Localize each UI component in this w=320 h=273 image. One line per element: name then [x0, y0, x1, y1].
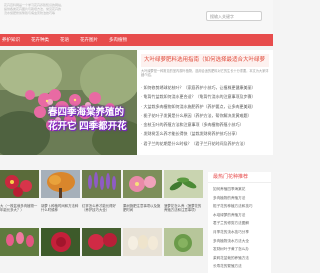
sidebar-link[interactable]: 茉莉花盆栽的养殖方法 — [213, 254, 268, 263]
hero-caption[interactable]: 春四季海棠养殖的花开它 四季都开花 — [48, 106, 132, 134]
autumn-tree-photo — [41, 170, 80, 198]
thumbnail-card[interactable]: 红掌怎么养才能长得好（养护技巧大全） — [82, 170, 121, 216]
red-rose-photo — [41, 228, 80, 256]
thumbnail-card[interactable] — [82, 228, 121, 273]
article-link[interactable]: · 栀子花叶子发黄是什么原因（养护方法，帮你解决发黄难题） — [141, 111, 269, 120]
feature-headline[interactable]: 大叶绿萝肥料选用指南（如何选择最适合大叶绿萝 — [144, 56, 266, 65]
article-list: · 如何修剪绣球花枝叶？（家庭养护小技巧，让植株更健康美丽） · 龟背竹盆栽如何… — [141, 83, 269, 148]
thumbnail-card[interactable] — [123, 228, 162, 273]
article-link[interactable]: · 龟背竹盆栽如何浇水更合适？（龟背竹浇水的注意事项及步骤） — [141, 92, 269, 101]
thumbnail-card[interactable] — [41, 228, 80, 273]
nav-item-succulents[interactable]: 多肉植物 — [109, 37, 127, 43]
article-link[interactable]: · 君子兰的花期是什么时候？（君子兰开花时间及养护方法） — [141, 139, 269, 148]
nav-item-flower-types[interactable]: 花卉种类 — [31, 37, 49, 43]
thumbnail-caption[interactable]: 红掌怎么养才能长得好（养护技巧大全） — [82, 203, 121, 216]
article-link[interactable]: · 如何修剪绣球花枝叶？（家庭养护小技巧，让植株更健康美丽） — [141, 83, 269, 92]
purple-lavender-photo — [82, 170, 121, 198]
thumbnail-caption[interactable]: 果树施肥注意事项以及施肥时间 — [123, 203, 162, 216]
site-intro-line: 浇水施肥修剪繁殖与病虫害防治技巧等 — [4, 11, 56, 16]
thumbnail-card[interactable] — [164, 228, 203, 273]
sidebar-link[interactable]: 君子兰的修剪方法图解 — [213, 219, 268, 228]
nav-item-flower-pictures[interactable]: 花卉图片 — [80, 37, 98, 43]
hero-image — [0, 50, 137, 155]
red-rose-photo — [82, 228, 121, 256]
green-plant-photo — [164, 170, 203, 198]
sidebar-link[interactable]: 多肉植物的养殖方法 — [213, 194, 268, 203]
feature-summary: 大叶绿萝是一种常见的室内观叶植物，选用合适的肥料对它的生长十分重要，本文为大家详… — [141, 69, 269, 78]
feature-headline-box: 大叶绿萝肥料选用指南（如何选择最适合大叶绿萝 — [141, 54, 269, 67]
thumbnail-caption[interactable]: 菠萝花怎么养（菠萝花的养殖方法和注意事项） — [164, 203, 203, 216]
thumbnail-caption[interactable]: 大（一株盆栽多肉植物一年能长多大？） — [0, 203, 39, 216]
eggs-photo — [123, 228, 162, 256]
sidebar-link[interactable]: 水培绿萝的养殖方法 — [213, 211, 268, 220]
thumbnail-caption[interactable] — [82, 261, 121, 273]
feature-panel: 大叶绿萝肥料选用指南（如何选择最适合大叶绿萝 大叶绿萝是一种常见的室内观叶植物，… — [137, 50, 273, 155]
sidebar-list: 如何养殖四季海棠花 多肉植物的养殖方法 栀子花的种植方法和技巧 水培绿萝的养殖方… — [208, 183, 271, 271]
thumbnail-card[interactable]: 菠萝花怎么养（菠萝花的养殖方法和注意事项） — [164, 170, 203, 216]
thumbnail-caption[interactable] — [41, 261, 80, 273]
article-link[interactable]: · 金枝玉叶的养殖方法和注意事项（多肉植物养殖小技巧） — [141, 120, 269, 129]
nav-item-care-knowledge[interactable]: 养护知识 — [2, 37, 20, 43]
thumbnail-caption[interactable] — [0, 261, 39, 273]
thumbnail-card[interactable] — [0, 228, 39, 273]
sidebar-link[interactable]: 发财树叶子黄了怎么办 — [213, 245, 268, 254]
nav-item-flower-language[interactable]: 花语 — [60, 37, 69, 43]
green-succulent-photo — [164, 228, 203, 256]
article-link[interactable]: · 发财树怎么养才能长得快（盆栽发财树养护技巧分享） — [141, 129, 269, 138]
pink-tulip-photo — [0, 228, 39, 256]
thumbnail-caption[interactable]: 胡萝卜种植时间和方法种什么时候种 — [41, 203, 80, 216]
hot-flowers-sidebar: 最热门花种推荐 如何养殖四季海棠花 多肉植物的养殖方法 栀子花的种植方法和技巧 … — [208, 172, 271, 273]
site-header: 花卉百科网是一个学习花卉养殖知识的网站， 提供各类花卉图片与栽培方法，常见花卉的… — [0, 0, 273, 34]
thumbnail-caption[interactable] — [164, 261, 203, 273]
hero-banner[interactable]: 春四季海棠养殖的花开它 四季都开花 — [0, 50, 137, 155]
sidebar-link[interactable]: 月季花的浇水技巧分享 — [213, 228, 268, 237]
site-intro: 花卉百科网是一个学习花卉养殖知识的网站， 提供各类花卉图片与栽培方法，常见花卉的… — [0, 0, 95, 33]
sidebar-link[interactable]: 如何养殖四季海棠花 — [213, 185, 268, 194]
sidebar-title: 最热门花种推荐 — [208, 172, 271, 183]
thumbnail-grid: 大（一株盆栽多肉植物一年能长多大？） 胡萝卜种植时间和方法种什么时候种 红掌怎么… — [0, 170, 205, 273]
sidebar-link[interactable]: 多肉植物浇水方法大全 — [213, 237, 268, 246]
thumbnail-caption[interactable] — [123, 261, 162, 273]
thumbnail-card[interactable]: 果树施肥注意事项以及施肥时间 — [123, 170, 162, 216]
thumbnail-card[interactable]: 大（一株盆栽多肉植物一年能长多大？） — [0, 170, 39, 216]
main-nav: 养护知识 花卉种类 花语 花卉图片 多肉植物 — [0, 34, 273, 46]
thumbnail-card[interactable]: 胡萝卜种植时间和方法种什么时候种 — [41, 170, 80, 216]
article-link[interactable]: · 大盆栽多肉植物如何浇水施肥养护（养护要点，让多肉更美观） — [141, 102, 269, 111]
sidebar-link[interactable]: 长寿花的繁殖方法 — [213, 262, 268, 271]
search-input[interactable] — [206, 11, 262, 21]
red-flower-photo — [0, 170, 39, 198]
pink-flower-photo — [123, 170, 162, 198]
sidebar-link[interactable]: 栀子花的种植方法和技巧 — [213, 202, 268, 211]
